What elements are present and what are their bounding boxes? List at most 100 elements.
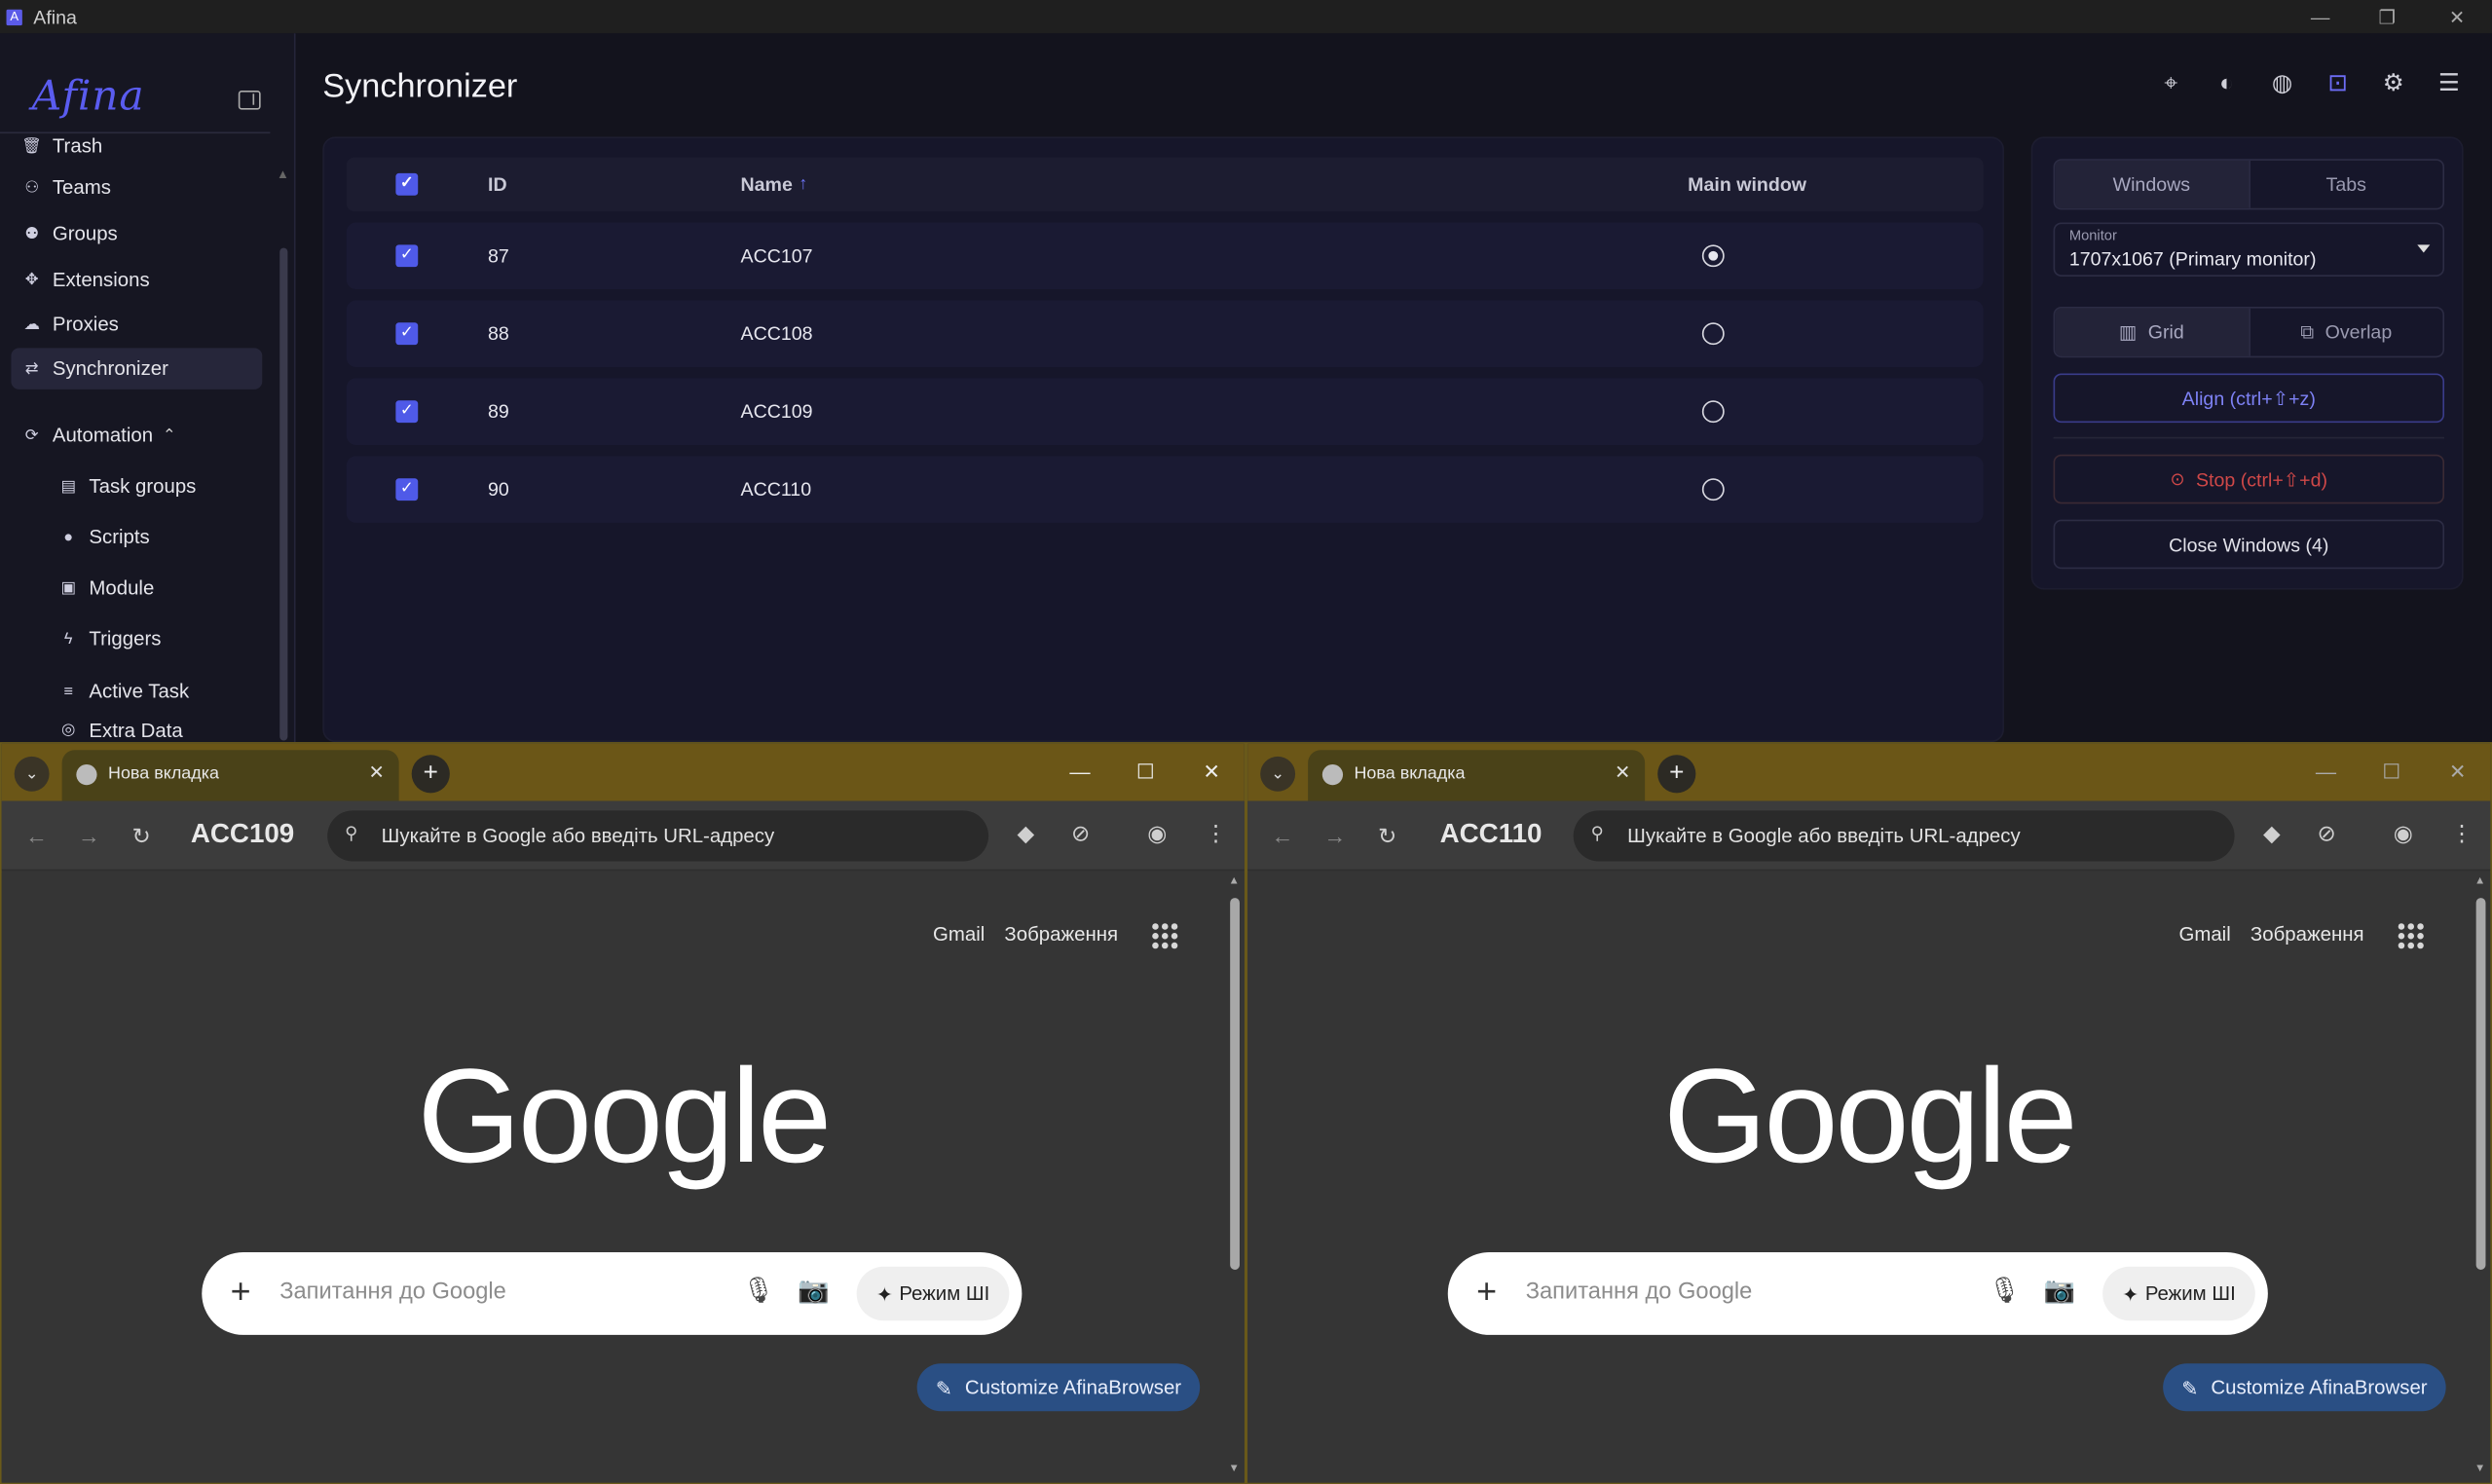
- extension-icon[interactable]: ◆: [2263, 820, 2281, 847]
- reload-icon[interactable]: ↻: [131, 823, 150, 850]
- close-windows-button[interactable]: Close Windows (4): [2053, 519, 2445, 570]
- grid-option[interactable]: ▥ Grid: [2055, 308, 2249, 356]
- main-window-radio[interactable]: [1701, 222, 1725, 289]
- gmail-link[interactable]: Gmail: [933, 923, 985, 946]
- brand-logo[interactable]: Afina: [32, 73, 145, 121]
- tab-close-icon[interactable]: ✕: [369, 761, 385, 784]
- scroll-up-icon[interactable]: ▲: [2474, 875, 2485, 886]
- tag-icon[interactable]: ⌖: [2157, 68, 2185, 96]
- apps-grid-icon[interactable]: [2398, 923, 2424, 949]
- images-link[interactable]: Зображення: [2250, 923, 2364, 946]
- sidebar-item-module[interactable]: ▣ Module: [48, 568, 254, 609]
- restore-button[interactable]: ❐: [2359, 0, 2416, 33]
- monitor-select[interactable]: Monitor 1707x1067 (Primary monitor): [2053, 222, 2445, 277]
- new-tab-button[interactable]: +: [411, 755, 450, 794]
- customize-button[interactable]: ✎ Customize AfinaBrowser: [2163, 1363, 2446, 1412]
- google-search-box[interactable]: + Запитання до Google 🎙 📷 ✦ Режим ШІ: [1447, 1252, 2268, 1335]
- address-bar[interactable]: ⚲ Шукайте в Google або введіть URL-адрес…: [1573, 810, 2235, 862]
- sidebar-item-extra-data[interactable]: ◎ Extra Data: [48, 720, 254, 742]
- table-row[interactable]: ✓ 88 ACC108: [346, 300, 1984, 367]
- plus-icon[interactable]: +: [231, 1272, 251, 1313]
- browser-tab[interactable]: Нова вкладка ✕: [61, 750, 399, 801]
- chevron-up-icon[interactable]: ⌃: [163, 427, 176, 444]
- select-all-checkbox[interactable]: ✓: [395, 158, 419, 211]
- back-icon[interactable]: ←: [25, 823, 48, 848]
- table-row[interactable]: ✓ 87 ACC107: [346, 222, 1984, 290]
- camera-icon[interactable]: 📷: [798, 1275, 830, 1307]
- new-tab-button[interactable]: +: [1657, 755, 1696, 794]
- table-row[interactable]: ✓ 90 ACC110: [346, 456, 1984, 523]
- menu-icon[interactable]: ⋮: [1205, 820, 1227, 847]
- plus-icon[interactable]: +: [1476, 1272, 1497, 1313]
- scroll-down-icon[interactable]: ▼: [1229, 1464, 1240, 1474]
- sidebar-scrollbar[interactable]: [279, 247, 288, 741]
- back-icon[interactable]: ←: [1272, 823, 1294, 848]
- menu-icon[interactable]: ⋮: [2451, 820, 2473, 847]
- main-window-radio[interactable]: [1701, 300, 1725, 367]
- sidebar-item-teams[interactable]: ⚇ Teams: [11, 167, 262, 207]
- profile-icon[interactable]: ◉: [2394, 820, 2413, 847]
- address-bar[interactable]: ⚲ Шукайте в Google або введіть URL-адрес…: [327, 810, 989, 862]
- sidebar-item-scripts[interactable]: ● Scripts: [48, 516, 254, 557]
- tab-search-icon[interactable]: ⌄: [1260, 756, 1296, 792]
- sync-off-icon[interactable]: ⊘: [2317, 820, 2335, 847]
- google-search-box[interactable]: + Запитання до Google 🎙 📷 ✦ Режим ШІ: [202, 1252, 1023, 1335]
- sidebar-item-trash[interactable]: 🗑 Trash: [11, 126, 262, 167]
- gear-icon[interactable]: ⚙: [2379, 68, 2407, 97]
- row-checkbox[interactable]: ✓: [395, 456, 419, 523]
- scrollbar-thumb[interactable]: [1230, 898, 1240, 1270]
- browser-maximize-button[interactable]: ☐: [1136, 760, 1155, 785]
- row-checkbox[interactable]: ✓: [395, 222, 419, 289]
- tab-close-icon[interactable]: ✕: [1615, 761, 1630, 784]
- sidebar-item-synchronizer[interactable]: ⇄ Synchronizer: [11, 348, 263, 390]
- sync-off-icon[interactable]: ⊘: [1071, 820, 1090, 847]
- table-row[interactable]: ✓ 89 ACC109: [346, 378, 1984, 445]
- robot-icon[interactable]: ⊡: [2324, 68, 2352, 97]
- page-scrollbar[interactable]: ▲ ▼: [1229, 875, 1242, 1482]
- sidebar-item-automation[interactable]: ⟳ Automation ⌃: [11, 415, 262, 456]
- main-window-radio[interactable]: [1701, 378, 1725, 445]
- globe-icon[interactable]: ◍: [2268, 68, 2296, 97]
- sidebar-item-groups[interactable]: ⚉ Groups: [11, 213, 262, 254]
- forward-icon[interactable]: →: [78, 823, 100, 848]
- customize-button[interactable]: ✎ Customize AfinaBrowser: [916, 1363, 1201, 1412]
- overlap-option[interactable]: ⧉ Overlap: [2248, 308, 2442, 356]
- scrollbar-thumb[interactable]: [2475, 898, 2486, 1270]
- extension-icon[interactable]: ◆: [1017, 820, 1034, 847]
- browser-maximize-button[interactable]: ☐: [2382, 760, 2400, 785]
- sidebar-item-task-groups[interactable]: ▤ Task groups: [48, 465, 254, 506]
- profile-icon[interactable]: ◉: [1147, 820, 1167, 847]
- forward-icon[interactable]: →: [1323, 823, 1346, 848]
- tab-windows[interactable]: Windows: [2055, 160, 2249, 208]
- gmail-link[interactable]: Gmail: [2178, 923, 2230, 946]
- stop-button[interactable]: ⊙ Stop (ctrl+⇧+d): [2053, 454, 2445, 504]
- main-window-radio[interactable]: [1701, 456, 1725, 523]
- row-checkbox[interactable]: ✓: [395, 300, 419, 367]
- sidebar-item-active-task[interactable]: ≡ Active Task: [48, 671, 254, 712]
- sidebar-item-triggers[interactable]: ϟ Triggers: [48, 618, 254, 659]
- minimize-button[interactable]: —: [2291, 0, 2349, 33]
- camera-icon[interactable]: 📷: [2044, 1275, 2076, 1307]
- mic-icon[interactable]: 🎙: [1989, 1275, 2021, 1307]
- mic-icon[interactable]: 🎙: [742, 1275, 774, 1307]
- browser-tab[interactable]: Нова вкладка ✕: [1308, 750, 1646, 801]
- reload-icon[interactable]: ↻: [1378, 823, 1396, 850]
- sidebar-collapse-icon[interactable]: [238, 91, 261, 110]
- browser-close-button[interactable]: ✕: [1203, 760, 1220, 785]
- col-name-header[interactable]: Name ↑: [741, 158, 808, 211]
- browser-close-button[interactable]: ✕: [2449, 760, 2467, 785]
- browser-minimize-button[interactable]: —: [2316, 760, 2336, 783]
- ai-mode-button[interactable]: ✦ Режим ШІ: [856, 1266, 1010, 1321]
- scroll-up-icon[interactable]: ▲: [1229, 875, 1240, 886]
- page-scrollbar[interactable]: ▲ ▼: [2474, 875, 2487, 1482]
- layout-icon[interactable]: ☰: [2435, 68, 2463, 97]
- tab-search-icon[interactable]: ⌄: [14, 756, 50, 792]
- align-button[interactable]: Align (ctrl+⇧+z): [2053, 373, 2445, 424]
- ai-mode-button[interactable]: ✦ Режим ШІ: [2102, 1266, 2255, 1321]
- col-id-header[interactable]: ID: [488, 158, 507, 211]
- scroll-up-icon[interactable]: ▲: [277, 167, 289, 181]
- apps-grid-icon[interactable]: [1152, 923, 1178, 949]
- tab-tabs[interactable]: Tabs: [2248, 160, 2442, 208]
- close-button[interactable]: ✕: [2429, 0, 2486, 33]
- images-link[interactable]: Зображення: [1004, 923, 1118, 946]
